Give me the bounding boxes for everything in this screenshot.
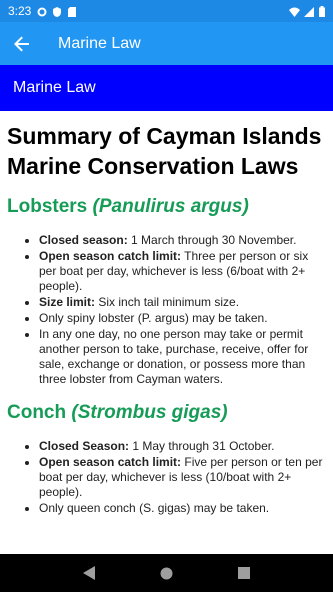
list-item: Only spiny lobster (P. argus) may be tak… [39, 311, 326, 326]
section-header: Marine Law [0, 65, 333, 111]
page-title: Summary of Cayman Islands Marine Conserv… [7, 123, 322, 179]
list-item: Closed Season: 1 May through 31 October. [39, 439, 326, 454]
arrow-back-icon [14, 36, 29, 51]
square-recents-icon [238, 567, 251, 579]
system-nav-bar [0, 554, 333, 592]
triangle-back-icon [82, 566, 95, 580]
list-item: Only queen conch (S. gigas) may be taken… [39, 501, 326, 516]
list-item: In any one day, no one person may take o… [39, 327, 326, 387]
status-bar: 3:23 [0, 0, 333, 22]
article-body: Summary of Cayman Islands Marine Conserv… [0, 111, 333, 516]
list-item: Open season catch limit: Five per person… [39, 455, 326, 500]
back-button[interactable] [0, 22, 44, 65]
list-item: Closed season: 1 March through 30 Novemb… [39, 233, 326, 248]
list-item: Size limit: Six inch tail minimum size. [39, 295, 326, 310]
battery-icon [319, 6, 325, 17]
lobsters-heading: Lobsters (Panulirus argus) [7, 196, 249, 217]
lobsters-list: Closed season: 1 March through 30 Novemb… [7, 233, 326, 387]
nav-home-button[interactable] [154, 561, 178, 585]
signal-icon [304, 6, 314, 17]
shield-icon [52, 6, 62, 17]
circle-home-icon [160, 567, 173, 579]
wifi-icon [289, 6, 300, 17]
content-scroll[interactable]: Marine Law Summary of Cayman Islands Mar… [0, 65, 333, 554]
nav-recents-button[interactable] [232, 561, 256, 585]
nav-back-button[interactable] [77, 561, 101, 585]
sd-card-icon [67, 6, 77, 17]
section-header-label: Marine Law [13, 79, 96, 96]
conch-list: Closed Season: 1 May through 31 October.… [7, 439, 326, 516]
status-time: 3:23 [8, 4, 32, 18]
app-bar: Marine Law [0, 22, 333, 65]
list-item: Open season catch limit: Three per perso… [39, 249, 326, 294]
conch-heading: Conch (Strombus gigas) [7, 402, 228, 423]
app-bar-title: Marine Law [58, 34, 141, 52]
settings-icon [37, 6, 47, 17]
